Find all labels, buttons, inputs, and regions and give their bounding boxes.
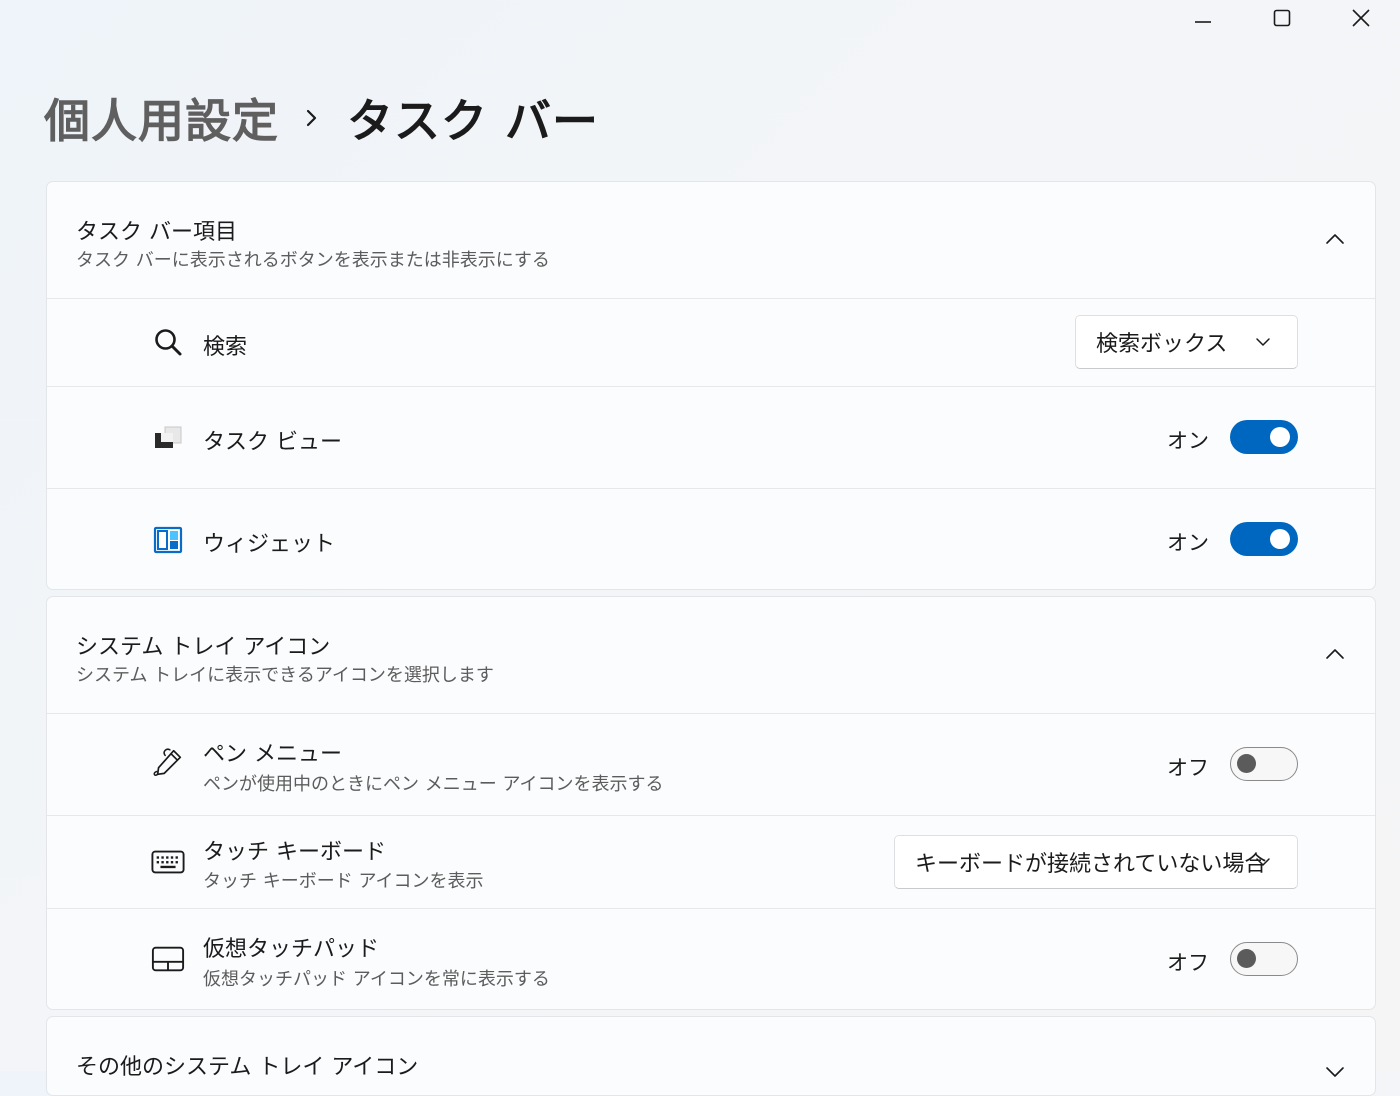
task-view-toggle[interactable] [1230,420,1298,454]
minimize-icon [1194,21,1211,23]
section-title: システム トレイ アイコン [76,635,331,660]
breadcrumb: 個人用設定 タスク バー [44,82,599,154]
window-controls [1163,0,1400,36]
taskbar-items-section: タスク バー項目 タスク バーに表示されるボタンを表示または非表示にする 検索 … [46,181,1376,590]
search-mode-dropdown[interactable]: 検索ボックス [1075,315,1298,369]
setting-label: ウィジェット [203,532,336,557]
keyboard-icon [151,845,185,879]
chevron-up-icon[interactable] [1325,647,1345,661]
minimize-button[interactable] [1163,0,1242,36]
other-tray-section: その他のシステム トレイ アイコン [46,1016,1376,1096]
setting-label: タスク ビュー [203,430,342,455]
breadcrumb-chevron-right-icon [305,107,319,129]
close-button[interactable] [1321,0,1400,36]
touchpad-icon [151,942,185,976]
toggle-knob [1237,949,1256,968]
setting-row-search: 検索 検索ボックス [47,298,1375,386]
page-title: タスク バー [347,94,600,148]
widgets-icon [151,523,185,557]
taskbar-items-header[interactable]: タスク バー項目 タスク バーに表示されるボタンを表示または非表示にする [47,182,1375,298]
maximize-icon [1273,9,1290,27]
task-view-icon [151,421,185,455]
search-icon [151,325,185,359]
system-tray-section: システム トレイ アイコン システム トレイに表示できるアイコンを選択します ペ… [46,596,1376,1010]
chevron-down-icon[interactable] [1325,1065,1345,1079]
breadcrumb-parent-link[interactable]: 個人用設定 [44,85,279,151]
section-subtitle: タスク バーに表示されるボタンを表示または非表示にする [76,250,550,271]
chevron-up-icon[interactable] [1325,232,1345,246]
touch-keyboard-dropdown[interactable]: キーボードが接続されていない場合 [894,835,1298,889]
toggle-knob [1270,529,1290,549]
toggle-knob [1270,427,1290,447]
toggle-state-text: オン [1167,429,1209,453]
chevron-down-icon [1256,858,1270,866]
setting-row-widgets: ウィジェット オン [47,488,1375,589]
dropdown-value: キーボードが接続されていない場合 [915,852,1267,877]
toggle-state-text: オン [1167,531,1209,555]
pen-menu-toggle[interactable] [1230,747,1298,781]
toggle-knob [1237,754,1256,773]
other-tray-header[interactable]: その他のシステム トレイ アイコン [47,1017,1375,1095]
setting-label: ペン メニュー [203,742,342,767]
pen-icon [151,746,185,780]
setting-description: タッチ キーボード アイコンを表示 [203,871,484,892]
setting-description: ペンが使用中のときにペン メニュー アイコンを表示する [203,774,664,795]
system-tray-header[interactable]: システム トレイ アイコン システム トレイに表示できるアイコンを選択します [47,597,1375,713]
close-icon [1351,9,1370,27]
chevron-down-icon [1256,338,1270,346]
setting-row-virtual-touchpad: 仮想タッチパッド 仮想タッチパッド アイコンを常に表示する オフ [47,908,1375,1009]
setting-row-task-view: タスク ビュー オン [47,386,1375,488]
section-title: その他のシステム トレイ アイコン [76,1055,419,1080]
setting-label: タッチ キーボード [203,840,386,865]
section-subtitle: システム トレイに表示できるアイコンを選択します [76,665,494,686]
setting-row-touch-keyboard: タッチ キーボード タッチ キーボード アイコンを表示 キーボードが接続されてい… [47,815,1375,908]
section-title: タスク バー項目 [76,220,237,245]
setting-label: 検索 [203,335,248,360]
virtual-touchpad-toggle[interactable] [1230,942,1298,976]
maximize-button[interactable] [1242,0,1321,36]
toggle-state-text: オフ [1167,951,1209,975]
setting-description: 仮想タッチパッド アイコンを常に表示する [203,969,550,990]
widgets-toggle[interactable] [1230,522,1298,556]
setting-label: 仮想タッチパッド [203,937,380,962]
setting-row-pen-menu: ペン メニュー ペンが使用中のときにペン メニュー アイコンを表示する オフ [47,713,1375,815]
dropdown-value: 検索ボックス [1096,332,1228,357]
toggle-state-text: オフ [1167,756,1209,780]
